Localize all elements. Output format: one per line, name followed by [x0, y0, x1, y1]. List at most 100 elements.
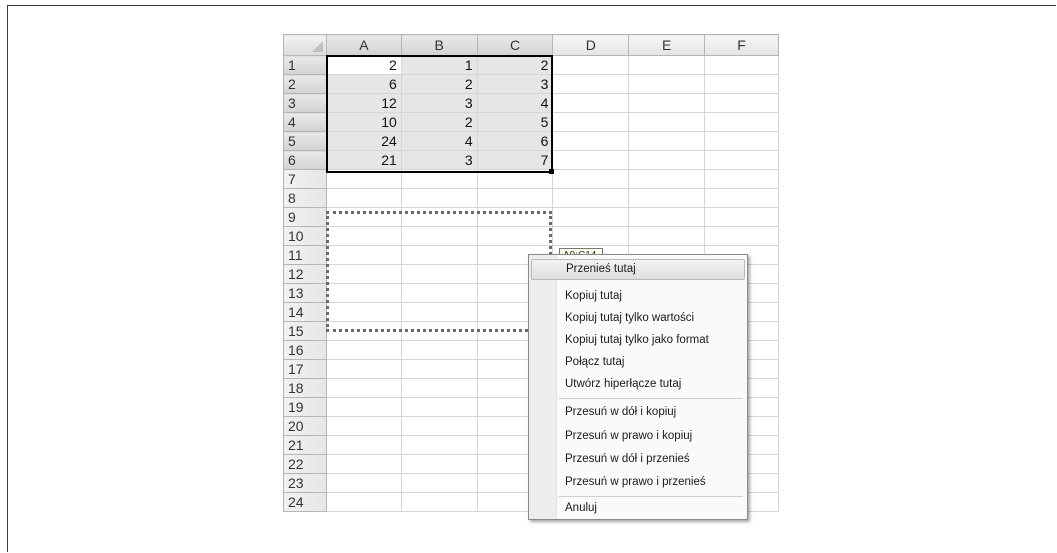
row-header[interactable]: 5 — [283, 131, 327, 151]
row-header[interactable]: 21 — [283, 435, 327, 455]
cell-a13[interactable] — [325, 283, 402, 303]
cell-b20[interactable] — [400, 416, 478, 436]
cell-b2[interactable]: 2 — [400, 74, 478, 94]
cell-c10[interactable] — [476, 226, 554, 246]
row-header[interactable]: 24 — [283, 492, 327, 512]
column-header-c[interactable]: C — [476, 34, 554, 56]
cell-b1[interactable]: 1 — [400, 55, 478, 75]
cell-a7[interactable] — [325, 169, 402, 189]
cell-a24[interactable] — [325, 492, 402, 512]
cell-a2[interactable]: 6 — [325, 74, 402, 94]
cell-e4[interactable] — [628, 112, 706, 132]
cell-f1[interactable] — [704, 55, 779, 75]
cell-d9[interactable] — [552, 207, 630, 227]
cell-b19[interactable] — [400, 397, 478, 417]
cell-d1[interactable] — [552, 55, 630, 75]
row-header[interactable]: 8 — [283, 188, 327, 208]
row-header[interactable]: 12 — [283, 264, 327, 284]
menu-item-shift-right-move[interactable]: Przesuń w prawo i przenieś — [531, 472, 745, 493]
cell-c8[interactable] — [476, 188, 554, 208]
column-header-d[interactable]: D — [552, 34, 630, 56]
cell-c5[interactable]: 6 — [476, 131, 554, 151]
cell-d2[interactable] — [552, 74, 630, 94]
cell-a16[interactable] — [325, 340, 402, 360]
cell-f9[interactable] — [704, 207, 779, 227]
cell-a1[interactable]: 2 — [325, 55, 402, 75]
row-header[interactable]: 15 — [283, 321, 327, 341]
cell-e8[interactable] — [628, 188, 706, 208]
row-header[interactable]: 17 — [283, 359, 327, 379]
cell-b8[interactable] — [400, 188, 478, 208]
cell-a14[interactable] — [325, 302, 402, 322]
cell-c1[interactable]: 2 — [476, 55, 554, 75]
menu-item-copy-formats-only[interactable]: Kopiuj tutaj tylko jako format — [531, 330, 745, 351]
menu-item-shift-down-copy[interactable]: Przesuń w dół i kopiuj — [531, 402, 745, 423]
cell-b5[interactable]: 4 — [400, 131, 478, 151]
cell-a6[interactable]: 21 — [325, 150, 402, 170]
cell-f2[interactable] — [704, 74, 779, 94]
row-header[interactable]: 1 — [283, 55, 327, 75]
cell-e9[interactable] — [628, 207, 706, 227]
row-header[interactable]: 16 — [283, 340, 327, 360]
cell-d3[interactable] — [552, 93, 630, 113]
cell-e6[interactable] — [628, 150, 706, 170]
row-header[interactable]: 7 — [283, 169, 327, 189]
cell-e1[interactable] — [628, 55, 706, 75]
cell-b12[interactable] — [400, 264, 478, 284]
cell-a8[interactable] — [325, 188, 402, 208]
cell-f7[interactable] — [704, 169, 779, 189]
cell-a9[interactable] — [325, 207, 402, 227]
menu-item-shift-down-move[interactable]: Przesuń w dół i przenieś — [531, 449, 745, 470]
cell-a5[interactable]: 24 — [325, 131, 402, 151]
cell-c3[interactable]: 4 — [476, 93, 554, 113]
cell-e10[interactable] — [628, 226, 706, 246]
cell-a10[interactable] — [325, 226, 402, 246]
row-header[interactable]: 11 — [283, 245, 327, 265]
select-all-corner[interactable] — [283, 34, 327, 56]
cell-c7[interactable] — [476, 169, 554, 189]
column-header-f[interactable]: F — [704, 34, 779, 56]
cell-e2[interactable] — [628, 74, 706, 94]
row-header[interactable]: 19 — [283, 397, 327, 417]
cell-a11[interactable] — [325, 245, 402, 265]
menu-item-copy-here[interactable]: Kopiuj tutaj — [531, 286, 745, 307]
row-header[interactable]: 10 — [283, 226, 327, 246]
cell-b22[interactable] — [400, 454, 478, 474]
cell-d8[interactable] — [552, 188, 630, 208]
row-header[interactable]: 13 — [283, 283, 327, 303]
row-header[interactable]: 20 — [283, 416, 327, 436]
row-header[interactable]: 9 — [283, 207, 327, 227]
row-header[interactable]: 2 — [283, 74, 327, 94]
cell-a20[interactable] — [325, 416, 402, 436]
cell-b18[interactable] — [400, 378, 478, 398]
menu-item-copy-values-only[interactable]: Kopiuj tutaj tylko wartości — [531, 308, 745, 329]
row-header[interactable]: 22 — [283, 454, 327, 474]
cell-a4[interactable]: 10 — [325, 112, 402, 132]
column-header-a[interactable]: A — [325, 34, 402, 56]
cell-d5[interactable] — [552, 131, 630, 151]
cell-c9[interactable] — [476, 207, 554, 227]
row-header[interactable]: 4 — [283, 112, 327, 132]
cell-a23[interactable] — [325, 473, 402, 493]
cell-f6[interactable] — [704, 150, 779, 170]
cell-b21[interactable] — [400, 435, 478, 455]
cell-f10[interactable] — [704, 226, 779, 246]
menu-item-link-here[interactable]: Połącz tutaj — [531, 352, 745, 373]
cell-e7[interactable] — [628, 169, 706, 189]
row-header[interactable]: 6 — [283, 150, 327, 170]
menu-item-move-here[interactable]: Przenieś tutaj — [531, 259, 745, 280]
cell-b17[interactable] — [400, 359, 478, 379]
cell-e5[interactable] — [628, 131, 706, 151]
row-header[interactable]: 14 — [283, 302, 327, 322]
cell-b9[interactable] — [400, 207, 478, 227]
cell-a15[interactable] — [325, 321, 402, 341]
cell-b3[interactable]: 3 — [400, 93, 478, 113]
cell-a12[interactable] — [325, 264, 402, 284]
cell-b4[interactable]: 2 — [400, 112, 478, 132]
cell-c4[interactable]: 5 — [476, 112, 554, 132]
cell-f8[interactable] — [704, 188, 779, 208]
cell-f4[interactable] — [704, 112, 779, 132]
column-header-e[interactable]: E — [628, 34, 706, 56]
cell-b16[interactable] — [400, 340, 478, 360]
cell-b14[interactable] — [400, 302, 478, 322]
